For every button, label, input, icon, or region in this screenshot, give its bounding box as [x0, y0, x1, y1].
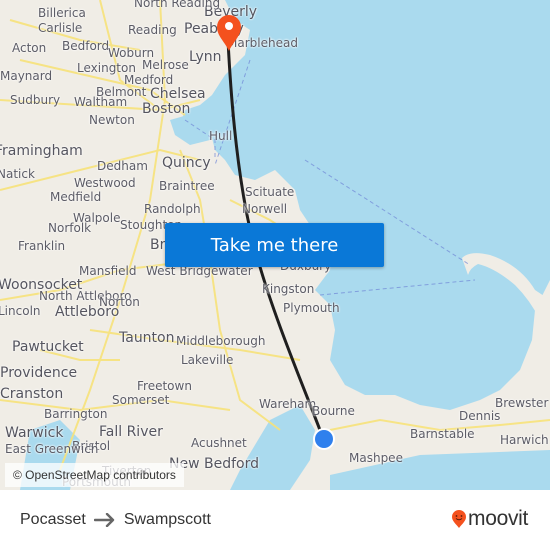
place-label: East Greenwich	[5, 442, 99, 456]
place-label: Fall River	[99, 424, 163, 440]
place-label: Barnstable	[410, 427, 475, 441]
destination-name: Swampscott	[123, 511, 211, 528]
place-label: Freetown	[137, 379, 192, 393]
place-label: Framingham	[0, 143, 83, 159]
place-label: Franklin	[18, 239, 66, 253]
moovit-pin-icon	[452, 510, 466, 528]
place-label: Scituate	[245, 185, 295, 199]
place-label: Waltham	[74, 95, 128, 109]
location-dot-icon	[313, 428, 335, 450]
place-label: Hull	[209, 129, 233, 143]
place-label: Bourne	[312, 404, 355, 418]
place-label: Melrose	[142, 58, 189, 72]
place-label: Providence	[0, 365, 78, 381]
place-label: Natick	[0, 167, 35, 181]
place-label: Acton	[12, 41, 47, 55]
place-label: Westwood	[74, 176, 136, 190]
place-label: Attleboro	[55, 304, 120, 320]
place-label: North Reading	[134, 0, 221, 10]
place-label: Billerica	[38, 6, 86, 20]
place-label: Norfolk	[48, 221, 92, 235]
place-label: Harwich	[500, 433, 549, 447]
place-label: Acushnet	[191, 436, 247, 450]
place-label: Brewster	[495, 396, 549, 410]
place-label: Barrington	[44, 407, 108, 421]
place-label: Lincoln	[0, 304, 41, 318]
moovit-logo[interactable]: moovit	[451, 507, 528, 531]
destination-pin[interactable]	[216, 14, 242, 56]
place-label: Mansfield	[79, 264, 137, 278]
place-label: Randolph	[144, 202, 201, 216]
place-label: Dedham	[97, 159, 148, 173]
place-label: Pawtucket	[12, 339, 84, 355]
place-label: Wareham	[259, 397, 317, 411]
place-label: Boston	[142, 101, 191, 117]
place-label: Dennis	[459, 409, 501, 423]
place-label: Chelsea	[150, 86, 206, 102]
take-me-there-button[interactable]: Take me there	[165, 223, 384, 267]
place-label: Somerset	[112, 393, 170, 407]
route-title: Pocasset Swampscott	[20, 508, 211, 532]
place-label: Bedford	[62, 39, 110, 53]
place-label: Norwell	[242, 202, 288, 216]
origin-name: Pocasset	[20, 511, 86, 528]
place-label: Sudbury	[10, 93, 61, 107]
place-label: Quincy	[162, 155, 211, 171]
origin-marker[interactable]	[312, 427, 336, 455]
place-label: Cranston	[0, 386, 64, 402]
place-label: Middleborough	[176, 334, 266, 348]
brand-name: moovit	[468, 507, 529, 530]
arrow-right-icon	[93, 513, 115, 527]
place-label: Medfield	[50, 190, 102, 204]
place-label: Plymouth	[283, 301, 340, 315]
place-label: Carlisle	[38, 21, 83, 35]
place-label: Warwick	[5, 425, 64, 441]
map-attribution[interactable]: © OpenStreetMap contributors	[5, 463, 184, 487]
place-label: Kingston	[262, 282, 315, 296]
place-label: Braintree	[159, 179, 215, 193]
place-label: Maynard	[0, 69, 53, 83]
map-view[interactable]: Beverly Billerica North Reading Carlisle Rea…	[0, 0, 550, 490]
place-label: Taunton	[119, 330, 175, 346]
place-label: Mashpee	[349, 451, 403, 465]
place-label: Reading	[128, 23, 177, 37]
map-pin-icon	[217, 15, 241, 51]
place-label: Newton	[89, 113, 135, 127]
place-label: Lakeville	[181, 353, 234, 367]
